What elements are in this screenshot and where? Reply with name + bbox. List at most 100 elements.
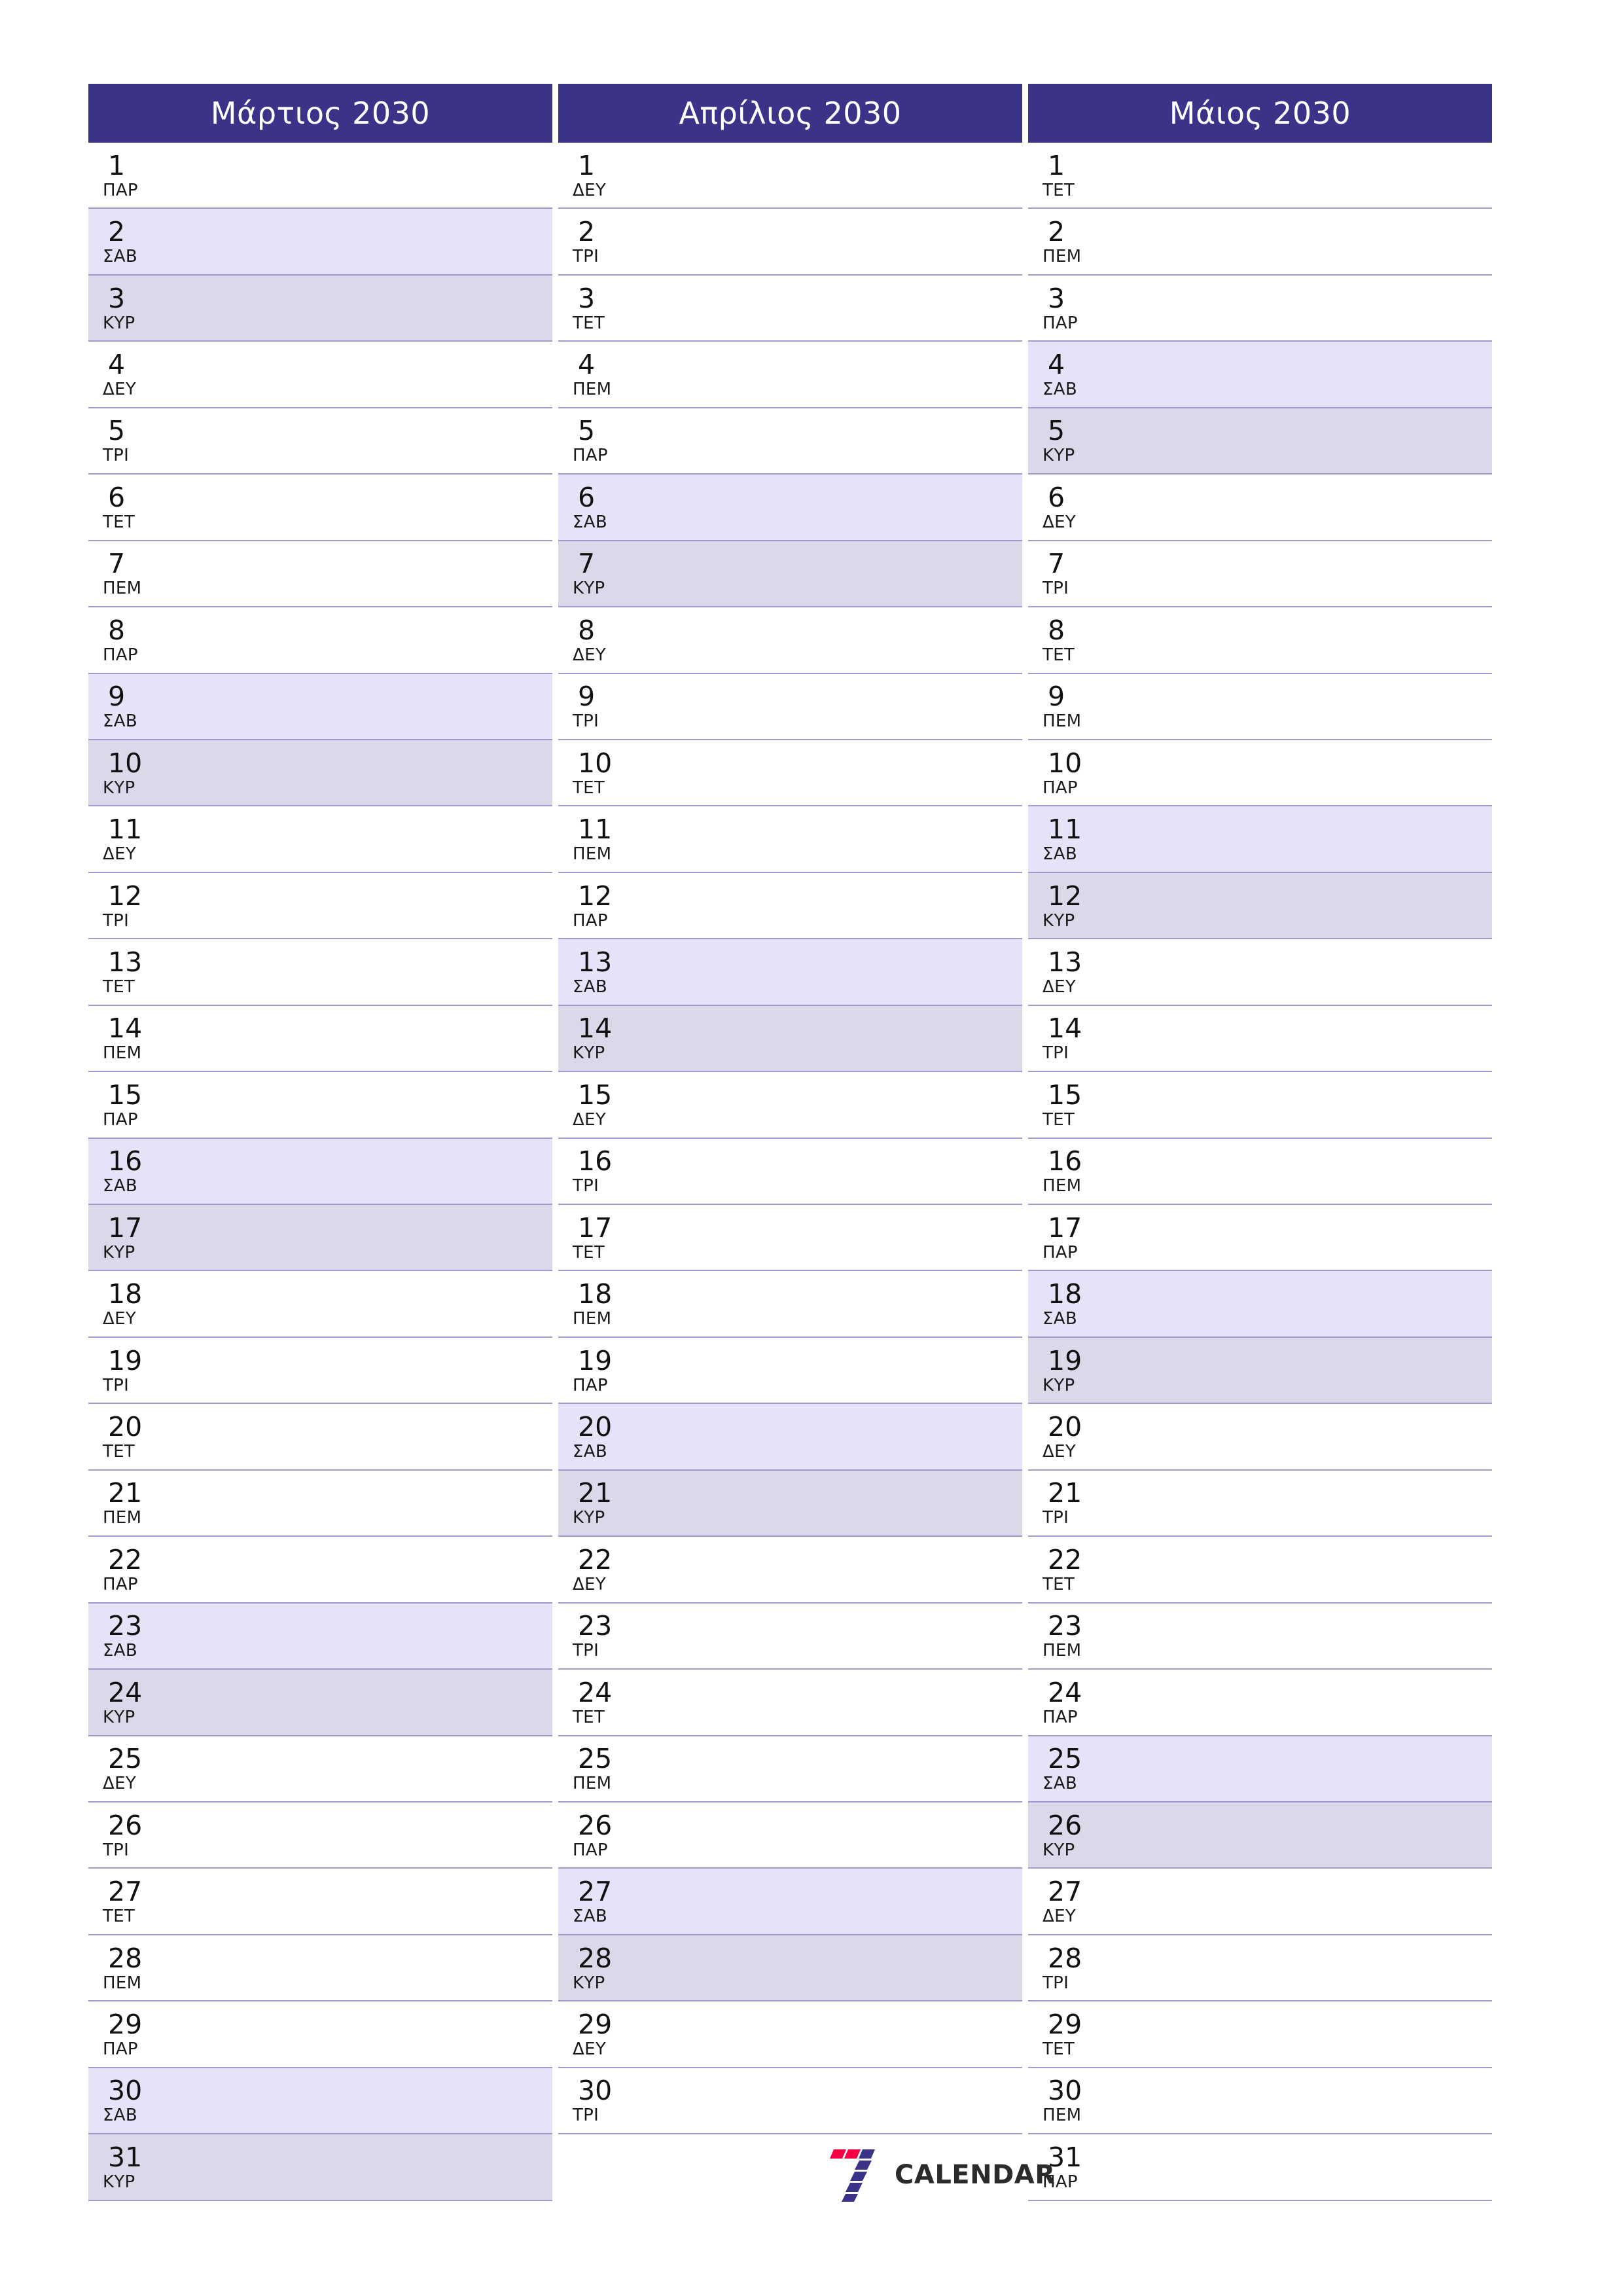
day-cell[interactable]: 15 ΔΕΥ — [558, 1072, 1022, 1139]
day-cell[interactable]: 7 ΚΥΡ — [558, 541, 1022, 608]
day-cell[interactable]: 26 ΚΥΡ — [1028, 1802, 1492, 1869]
day-number: 18 — [1048, 1278, 1082, 1310]
day-cell[interactable]: 19 ΠΑΡ — [558, 1337, 1022, 1405]
day-cell[interactable]: 27 ΤΕΤ — [88, 1869, 552, 1935]
day-cell[interactable]: 8 ΔΕΥ — [558, 607, 1022, 674]
day-cell[interactable]: 14 ΠΕΜ — [88, 1005, 552, 1073]
day-cell[interactable]: 4 ΣΑΒ — [1028, 342, 1492, 408]
day-cell[interactable]: 19 ΚΥΡ — [1028, 1337, 1492, 1405]
day-cell[interactable]: 14 ΤΡΙ — [1028, 1005, 1492, 1073]
day-cell[interactable]: 16 ΤΡΙ — [558, 1138, 1022, 1205]
day-cell[interactable]: 17 ΚΥΡ — [88, 1205, 552, 1272]
day-cell[interactable]: 16 ΠΕΜ — [1028, 1138, 1492, 1205]
day-cell[interactable]: 13 ΤΕΤ — [88, 939, 552, 1006]
day-cell[interactable]: 1 ΔΕΥ — [558, 143, 1022, 209]
day-cell[interactable]: 28 ΚΥΡ — [558, 1935, 1022, 2002]
day-cell[interactable]: 3 ΤΕΤ — [558, 275, 1022, 342]
day-cell[interactable]: 23 ΣΑΒ — [88, 1603, 552, 1670]
day-cell[interactable]: 10 ΚΥΡ — [88, 740, 552, 807]
day-cell[interactable]: 29 ΤΕΤ — [1028, 2001, 1492, 2068]
day-cell[interactable]: 30 ΤΡΙ — [558, 2068, 1022, 2135]
day-cell[interactable]: 22 ΤΕΤ — [1028, 1537, 1492, 1604]
day-cell[interactable]: 6 ΔΕΥ — [1028, 475, 1492, 541]
day-cell[interactable]: 8 ΤΕΤ — [1028, 607, 1492, 674]
day-cell[interactable]: 24 ΠΑΡ — [1028, 1670, 1492, 1736]
day-number: 15 — [1048, 1079, 1082, 1111]
day-cell[interactable]: 7 ΠΕΜ — [88, 541, 552, 608]
day-cell[interactable]: 22 ΔΕΥ — [558, 1537, 1022, 1604]
day-cell[interactable]: 25 ΣΑΒ — [1028, 1736, 1492, 1803]
day-cell[interactable]: 12 ΠΑΡ — [558, 872, 1022, 940]
day-number: 13 — [108, 946, 143, 978]
day-cell[interactable]: 26 ΠΑΡ — [558, 1802, 1022, 1869]
day-cell[interactable]: 11 ΠΕΜ — [558, 806, 1022, 873]
day-cell[interactable]: 12 ΚΥΡ — [1028, 872, 1492, 940]
day-cell[interactable]: 21 ΠΕΜ — [88, 1470, 552, 1537]
day-cell[interactable]: 1 ΠΑΡ — [88, 143, 552, 209]
day-cell[interactable]: 6 ΣΑΒ — [558, 475, 1022, 541]
day-cell[interactable]: 2 ΠΕΜ — [1028, 209, 1492, 276]
day-number: 13 — [1048, 946, 1082, 978]
day-cell[interactable]: 3 ΠΑΡ — [1028, 275, 1492, 342]
day-cell[interactable]: 13 ΣΑΒ — [558, 939, 1022, 1006]
day-cell[interactable]: 25 ΠΕΜ — [558, 1736, 1022, 1803]
day-cell[interactable]: 13 ΔΕΥ — [1028, 939, 1492, 1006]
day-cell[interactable]: 20 ΣΑΒ — [558, 1404, 1022, 1471]
day-cell[interactable]: 9 ΤΡΙ — [558, 673, 1022, 740]
day-cell[interactable]: 11 ΣΑΒ — [1028, 806, 1492, 873]
day-cell[interactable]: 24 ΚΥΡ — [88, 1670, 552, 1736]
day-cell[interactable]: 31 ΚΥΡ — [88, 2134, 552, 2201]
day-cell[interactable]: 22 ΠΑΡ — [88, 1537, 552, 1604]
day-cell[interactable]: 5 ΚΥΡ — [1028, 408, 1492, 475]
day-cell[interactable]: 9 ΣΑΒ — [88, 673, 552, 740]
day-cell[interactable]: 12 ΤΡΙ — [88, 872, 552, 940]
day-cell[interactable]: 21 ΤΡΙ — [1028, 1470, 1492, 1537]
day-weekday-abbr: ΤΕΤ — [1043, 1574, 1075, 1594]
day-cell[interactable]: 2 ΤΡΙ — [558, 209, 1022, 276]
day-cell[interactable]: 20 ΤΕΤ — [88, 1404, 552, 1471]
day-cell[interactable]: 1 ΤΕΤ — [1028, 143, 1492, 209]
day-cell[interactable]: 3 ΚΥΡ — [88, 275, 552, 342]
day-cell[interactable]: 5 ΠΑΡ — [558, 408, 1022, 475]
day-cell[interactable]: 21 ΚΥΡ — [558, 1470, 1022, 1537]
day-cell[interactable]: 25 ΔΕΥ — [88, 1736, 552, 1803]
day-cell[interactable]: 27 ΣΑΒ — [558, 1869, 1022, 1935]
day-cell[interactable]: 18 ΠΕΜ — [558, 1271, 1022, 1338]
day-cell[interactable]: 23 ΠΕΜ — [1028, 1603, 1492, 1670]
day-weekday-abbr: ΠΕΜ — [103, 1973, 142, 1993]
day-cell[interactable]: 16 ΣΑΒ — [88, 1138, 552, 1205]
day-cell[interactable]: 15 ΠΑΡ — [88, 1072, 552, 1139]
day-cell[interactable]: 11 ΔΕΥ — [88, 806, 552, 873]
day-cell[interactable]: 4 ΔΕΥ — [88, 342, 552, 408]
day-cell[interactable]: 6 ΤΕΤ — [88, 475, 552, 541]
day-cell[interactable]: 26 ΤΡΙ — [88, 1802, 552, 1869]
day-cell[interactable]: 20 ΔΕΥ — [1028, 1404, 1492, 1471]
day-cell[interactable]: 17 ΠΑΡ — [1028, 1205, 1492, 1272]
day-cell[interactable]: 29 ΠΑΡ — [88, 2001, 552, 2068]
day-cell[interactable]: 19 ΤΡΙ — [88, 1337, 552, 1405]
day-cell[interactable]: 8 ΠΑΡ — [88, 607, 552, 674]
day-cell[interactable]: 18 ΔΕΥ — [88, 1271, 552, 1338]
day-cell[interactable]: 9 ΠΕΜ — [1028, 673, 1492, 740]
day-cell[interactable]: 28 ΠΕΜ — [88, 1935, 552, 2002]
day-weekday-abbr: ΤΕΤ — [573, 778, 605, 798]
day-number: 6 — [1048, 481, 1065, 513]
day-cell[interactable]: 24 ΤΕΤ — [558, 1670, 1022, 1736]
day-cell[interactable]: 15 ΤΕΤ — [1028, 1072, 1492, 1139]
day-cell[interactable]: 10 ΠΑΡ — [1028, 740, 1492, 807]
day-cell[interactable]: 4 ΠΕΜ — [558, 342, 1022, 408]
day-cell[interactable]: 30 ΣΑΒ — [88, 2068, 552, 2135]
day-cell[interactable]: 5 ΤΡΙ — [88, 408, 552, 475]
day-cell[interactable]: 23 ΤΡΙ — [558, 1603, 1022, 1670]
day-cell[interactable]: 18 ΣΑΒ — [1028, 1271, 1492, 1338]
day-cell[interactable]: 30 ΠΕΜ — [1028, 2068, 1492, 2135]
day-cell[interactable]: 10 ΤΕΤ — [558, 740, 1022, 807]
day-cell[interactable]: 14 ΚΥΡ — [558, 1005, 1022, 1073]
day-cell[interactable]: 17 ΤΕΤ — [558, 1205, 1022, 1272]
day-cell[interactable]: 2 ΣΑΒ — [88, 209, 552, 276]
day-number: 18 — [578, 1278, 613, 1310]
day-cell[interactable]: 27 ΔΕΥ — [1028, 1869, 1492, 1935]
day-cell[interactable]: 28 ΤΡΙ — [1028, 1935, 1492, 2002]
day-cell[interactable]: 29 ΔΕΥ — [558, 2001, 1022, 2068]
day-cell[interactable]: 7 ΤΡΙ — [1028, 541, 1492, 608]
